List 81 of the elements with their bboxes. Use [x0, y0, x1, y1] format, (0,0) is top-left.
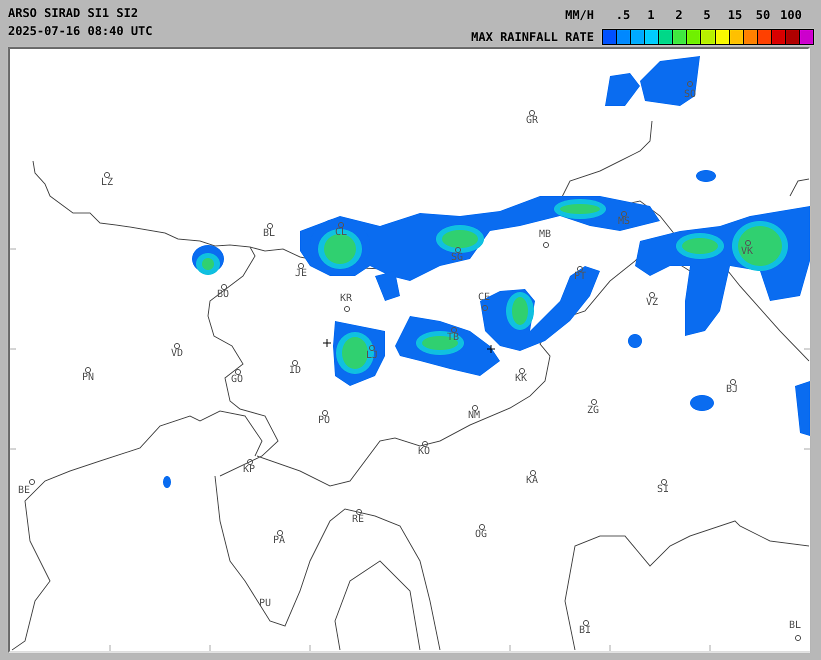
- unit-label: MM/H: [565, 8, 594, 23]
- legend-tick: 50: [756, 8, 770, 23]
- city-label: ID: [288, 365, 302, 376]
- city-label: BE: [18, 485, 30, 496]
- city-label: MS: [618, 216, 630, 227]
- city-label: KP: [242, 464, 256, 475]
- city-marker-icon: [687, 81, 693, 87]
- city-label: KA: [526, 475, 538, 486]
- city-label: BL: [262, 228, 276, 239]
- city-label: BL: [788, 620, 802, 631]
- legend-tick: 1: [647, 8, 655, 23]
- city-marker-icon: [530, 470, 536, 476]
- legend-tick: .5: [616, 8, 630, 23]
- city-label: BJ: [726, 384, 738, 395]
- city-label: NM: [468, 410, 480, 421]
- city-marker-icon: [85, 367, 91, 373]
- city-label: PO: [318, 415, 330, 426]
- city-marker-icon: [292, 360, 298, 366]
- city-marker-icon: [104, 172, 110, 178]
- city-label: OG: [474, 529, 488, 540]
- city-label: MB: [538, 229, 552, 240]
- city-marker-icon: [322, 410, 328, 416]
- city-marker-icon: [369, 345, 375, 351]
- city-marker-icon: [519, 368, 525, 374]
- city-label: ZG: [586, 405, 600, 416]
- city-marker-icon: [451, 327, 457, 333]
- timestamp: 2025-07-16 08:40 UTC: [8, 24, 152, 39]
- city-marker-icon: [529, 110, 535, 116]
- city-label: PT: [574, 271, 586, 282]
- city-label: SG: [450, 252, 464, 263]
- city-label: JE: [294, 268, 308, 279]
- city-label: PU: [258, 598, 272, 609]
- city-label: PA: [272, 535, 286, 546]
- city-label: VZ: [646, 297, 658, 308]
- city-label: RE: [352, 514, 364, 525]
- city-marker-icon: [247, 459, 253, 465]
- city-label: VK: [740, 246, 754, 257]
- city-label: GR: [526, 115, 538, 126]
- legend-tick: 100: [780, 8, 802, 23]
- legend-tick: 2: [675, 8, 683, 23]
- city-label: SI: [656, 484, 670, 495]
- city-marker-icon: [298, 263, 304, 269]
- city-label: KK: [514, 373, 528, 384]
- city-marker-icon: [583, 620, 589, 626]
- legend-tick: 5: [703, 8, 711, 23]
- legend-title: MAX RAINFALL RATE: [471, 30, 594, 45]
- city-label: SO: [684, 89, 696, 100]
- city-marker-icon: [543, 242, 549, 248]
- city-marker-icon: [661, 479, 667, 485]
- city-marker-icon: [472, 405, 478, 411]
- city-marker-icon: [482, 305, 488, 311]
- city-marker-icon: [577, 266, 583, 272]
- city-label: GO: [230, 374, 244, 385]
- city-marker-icon: [422, 441, 428, 447]
- crosshair-icon: [486, 344, 496, 354]
- radar-title: ARSO SIRAD SI1 SI2: [8, 6, 140, 21]
- city-marker-icon: [221, 284, 227, 290]
- city-marker-icon: [235, 369, 241, 375]
- city-label: KR: [340, 293, 352, 304]
- city-marker-icon: [277, 530, 283, 536]
- city-marker-icon: [621, 211, 627, 217]
- city-marker-icon: [795, 635, 801, 641]
- city-marker-icon: [730, 379, 736, 385]
- city-marker-icon: [338, 222, 344, 228]
- city-marker-icon: [267, 223, 273, 229]
- city-marker-icon: [29, 479, 35, 485]
- legend-tick: 15: [728, 8, 742, 23]
- city-label: LZ: [100, 177, 114, 188]
- city-marker-icon: [174, 343, 180, 349]
- city-label: VD: [170, 348, 184, 359]
- city-marker-icon: [745, 240, 751, 246]
- city-marker-icon: [649, 292, 655, 298]
- crosshair-icon: [322, 338, 332, 348]
- city-marker-icon: [479, 524, 485, 530]
- city-marker-icon: [591, 399, 597, 405]
- city-marker-icon: [344, 306, 350, 312]
- city-marker-icon: [356, 509, 362, 515]
- city-label: BI: [578, 625, 592, 636]
- city-label: KO: [418, 446, 430, 457]
- city-label: PN: [82, 372, 94, 383]
- city-marker-icon: [455, 247, 461, 253]
